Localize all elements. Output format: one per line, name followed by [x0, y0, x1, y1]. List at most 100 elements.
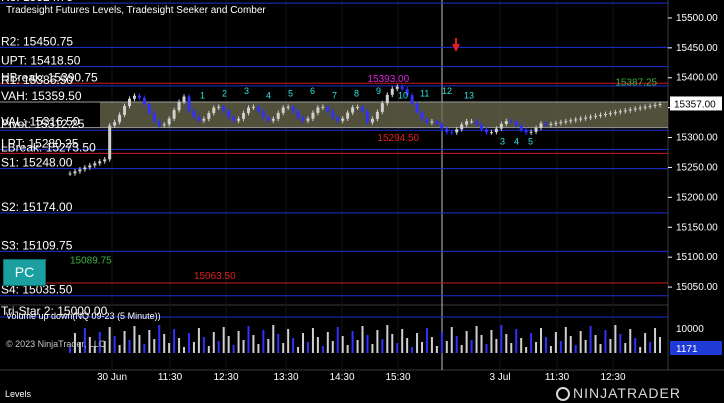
time-tick-label: 15:30 [385, 372, 410, 383]
copyright-text: © 2023 NinjaTrader, LLC [6, 339, 106, 349]
candle-body [227, 111, 231, 118]
candle-body [192, 110, 196, 118]
candle-body [608, 113, 612, 115]
candle-body [68, 173, 72, 175]
volume-bar [604, 330, 607, 353]
pc-badge[interactable]: PC [3, 259, 46, 286]
candle-body [187, 96, 191, 111]
candle-body [623, 110, 627, 112]
price-tick-label: 15300.00 [676, 133, 718, 144]
ninjatrader-logo-icon [556, 387, 570, 401]
volume-bar [460, 345, 463, 353]
volume-bar [371, 344, 374, 353]
volume-bar [406, 338, 409, 353]
level-label: S1: 15248.00 [1, 156, 73, 170]
volume-bar [187, 333, 190, 353]
volume-bar [549, 346, 552, 353]
volume-bar [540, 328, 543, 353]
candle-body [638, 107, 642, 109]
candle-body [633, 108, 637, 110]
candle-body [132, 95, 136, 99]
candle-body [589, 116, 593, 118]
candle-body [504, 121, 508, 124]
candle-body [301, 117, 305, 121]
value-area-band [100, 101, 668, 128]
candle-body [177, 101, 181, 111]
ninjatrader-logo: NINJATRADER [556, 385, 681, 401]
volume-bar [287, 329, 290, 353]
seeker-count: 11 [420, 88, 429, 98]
seeker-count: 10 [398, 91, 408, 101]
volume-bar [475, 326, 478, 353]
tab-levels[interactable]: Levels [5, 389, 31, 399]
candle-body [88, 165, 92, 168]
candle-body [137, 95, 141, 98]
volume-bar [624, 343, 627, 353]
comber-count: 4 [514, 137, 519, 147]
level-label: R3: 15524.75 [1, 0, 73, 4]
candle-body [658, 104, 662, 106]
level-label: R2: 15450.75 [1, 34, 73, 48]
candle-body [361, 106, 365, 112]
volume-bar [292, 338, 295, 353]
price-chart[interactable]: R3: 15524.75R2: 15450.75UPT: 15418.50HBr… [0, 0, 724, 403]
candle-body [470, 121, 474, 123]
annotation-label: 15089.75 [70, 255, 112, 266]
candle-body [465, 121, 469, 125]
candle-body [212, 107, 216, 114]
candle-body [435, 121, 439, 124]
volume-bar [659, 337, 661, 353]
candle-body [172, 110, 176, 119]
volume-bar [217, 341, 220, 353]
volume-bar [530, 333, 533, 353]
time-tick-label: 3 Jul [489, 372, 510, 383]
seeker-count: 13 [464, 91, 474, 101]
time-tick-label: 11:30 [158, 372, 183, 383]
candle-body [118, 114, 122, 123]
volume-bar [306, 342, 309, 353]
volume-bar [302, 333, 305, 353]
seeker-count: 1 [200, 91, 205, 101]
comber-count: 3 [500, 137, 505, 147]
volume-bar [212, 332, 215, 353]
volume-bar [505, 334, 508, 353]
volume-bar [440, 332, 443, 353]
candle-body [242, 113, 246, 119]
price-tick-label: 15100.00 [676, 252, 718, 263]
seeker-count: 7 [332, 91, 337, 101]
volume-bar [321, 346, 324, 353]
volume-bar [227, 336, 230, 353]
volume-tick-label: 10000 [676, 324, 704, 335]
volume-bar [346, 345, 349, 353]
volume-bar [123, 331, 126, 353]
candle-body [142, 97, 146, 105]
volume-bar [490, 330, 493, 353]
candle-body [569, 120, 573, 122]
price-tick-label: 15400.00 [676, 73, 718, 84]
candle-body [286, 106, 290, 108]
candle-body [599, 114, 603, 116]
candle-body [127, 98, 131, 106]
candle-body [93, 163, 97, 166]
volume-bar [425, 328, 428, 353]
candle-body [455, 129, 459, 133]
candle-body [400, 86, 404, 90]
candle-body [460, 124, 464, 130]
price-tick-label: 15500.00 [676, 13, 718, 24]
volume-bar [525, 347, 528, 353]
volume-bar [639, 347, 642, 353]
candle-body [480, 124, 484, 130]
candle-body [152, 113, 156, 122]
time-tick-label: 11:30 [545, 372, 570, 383]
candle-body [217, 106, 221, 108]
candle-body [326, 106, 330, 112]
candle-body [98, 161, 102, 164]
candle-body [499, 123, 503, 129]
candle-body [524, 129, 528, 133]
candle-body [643, 106, 647, 108]
candle-body [544, 123, 548, 125]
volume-bar [351, 331, 354, 353]
candle-body [380, 103, 384, 112]
volume-bar [594, 335, 597, 353]
candle-body [445, 128, 449, 133]
